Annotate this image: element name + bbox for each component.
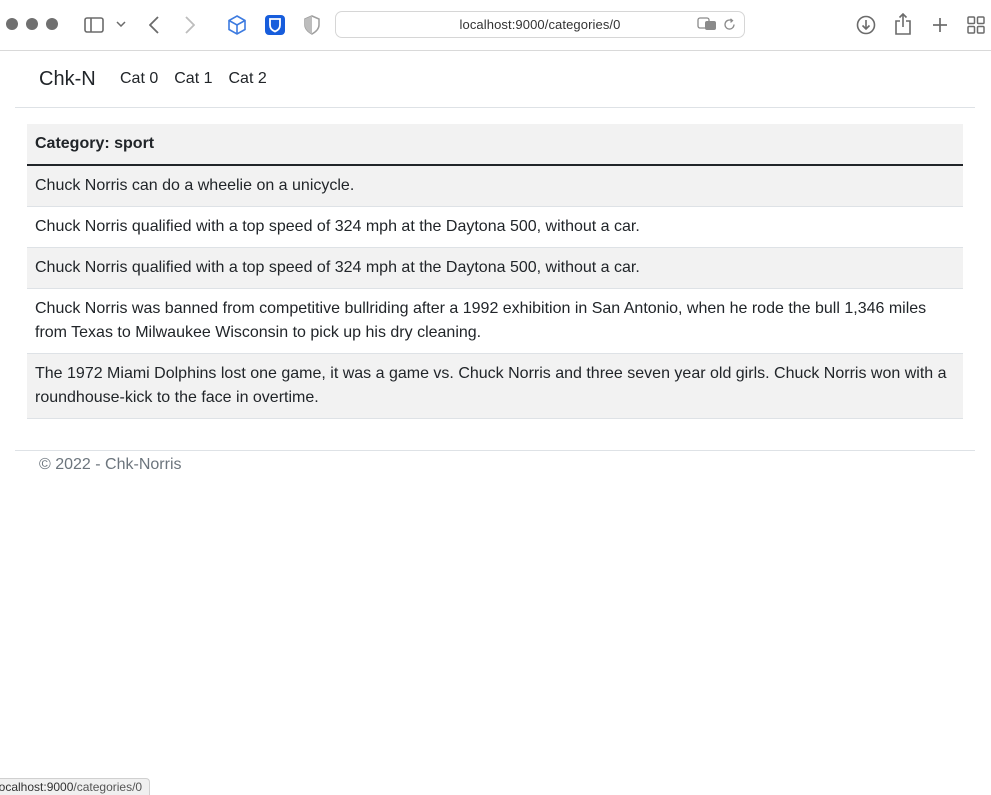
close-window-button[interactable]	[6, 18, 18, 30]
tab-overview-icon[interactable]	[966, 15, 986, 35]
joke-text: Chuck Norris can do a wheelie on a unicy…	[27, 165, 963, 207]
back-icon[interactable]	[146, 14, 162, 36]
table-row: Chuck Norris qualified with a top speed …	[27, 206, 963, 248]
table-header-row: Category: sport	[27, 124, 963, 166]
site-navbar: Chk-N Cat 0 Cat 1 Cat 2	[15, 52, 975, 108]
table-row: Chuck Norris can do a wheelie on a unicy…	[27, 165, 963, 207]
jokes-table: Category: sport Chuck Norris can do a wh…	[27, 124, 963, 419]
nav-links: Cat 0 Cat 1 Cat 2	[120, 70, 283, 88]
nav-link-cat-1[interactable]: Cat 1	[174, 70, 212, 88]
bitwarden-icon[interactable]	[264, 14, 285, 35]
page-footer: © 2022 - Chk-Norris	[15, 450, 975, 480]
download-icon[interactable]	[855, 14, 877, 36]
nav-link-cat-0[interactable]: Cat 0	[120, 70, 158, 88]
status-host: localhost:9000	[0, 780, 74, 794]
joke-text: Chuck Norris qualified with a top speed …	[27, 247, 963, 289]
minimize-window-button[interactable]	[26, 18, 38, 30]
url-text: localhost:9000/categories/0	[459, 17, 621, 32]
table-row: Chuck Norris was banned from competitive…	[27, 288, 963, 354]
nav-link-cat-2[interactable]: Cat 2	[229, 70, 267, 88]
link-status-bar: localhost:9000/categories/0	[0, 778, 151, 795]
zoom-window-button[interactable]	[46, 18, 58, 30]
brand-link[interactable]: Chk-N	[39, 68, 96, 91]
cube-extension-icon[interactable]	[226, 14, 248, 36]
address-bar[interactable]: localhost:9000/categories/0	[335, 11, 745, 38]
table-row: The 1972 Miami Dolphins lost one game, i…	[27, 353, 963, 419]
joke-text: The 1972 Miami Dolphins lost one game, i…	[27, 353, 963, 419]
copyright-text: © 2022 - Chk-Norris	[39, 456, 182, 473]
shield-icon[interactable]	[303, 14, 321, 36]
new-tab-icon[interactable]	[930, 15, 950, 35]
translate-icon[interactable]	[697, 17, 717, 36]
forward-icon[interactable]	[182, 14, 198, 36]
status-path: /categories/0	[73, 780, 143, 794]
table-row: Chuck Norris qualified with a top speed …	[27, 247, 963, 289]
share-icon[interactable]	[894, 12, 912, 36]
reload-icon[interactable]	[723, 17, 736, 36]
joke-text: Chuck Norris was banned from competitive…	[27, 288, 963, 354]
chevron-down-icon[interactable]	[115, 18, 127, 30]
jokes-table-container: Category: sport Chuck Norris can do a wh…	[27, 124, 963, 419]
sidebar-icon[interactable]	[83, 15, 105, 35]
joke-text: Chuck Norris qualified with a top speed …	[27, 206, 963, 248]
browser-toolbar: localhost:9000/categories/0	[0, 0, 991, 51]
category-heading: Category: sport	[27, 124, 963, 166]
